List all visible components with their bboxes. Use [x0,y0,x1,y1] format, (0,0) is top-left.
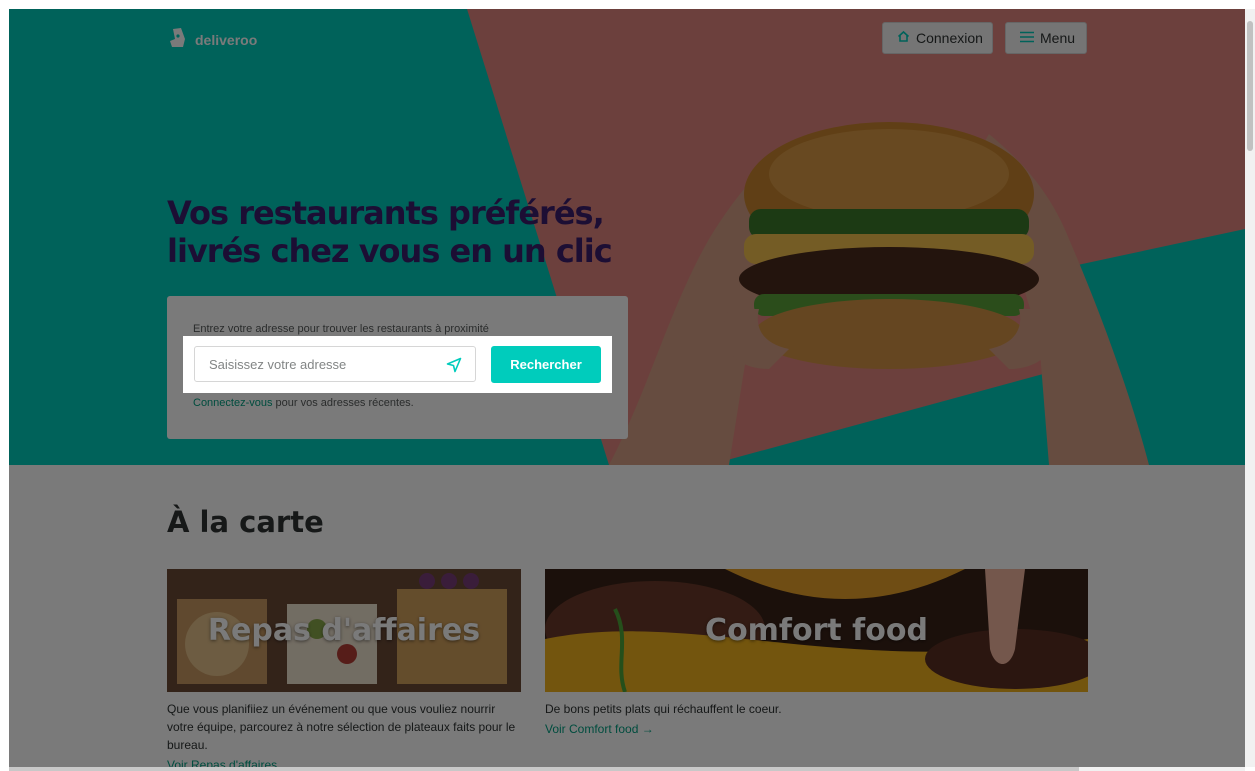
a-la-carte-section: À la carte Repas d'affaires Que vous pla… [9,465,1245,767]
home-icon [897,30,910,46]
login-hint-text: pour vos adresses récentes. [272,397,414,409]
brand-name: deliveroo [195,31,258,48]
page-viewport: deliveroo Connexion Menu Vos restaurants… [9,9,1245,767]
login-button[interactable]: Connexion [882,22,993,54]
location-arrow-icon[interactable] [445,356,463,374]
business-meal-title: Repas d'affaires [207,613,481,648]
hamburger-icon [1020,30,1034,46]
comfort-food-link[interactable]: Voir Comfort food → [545,722,1088,736]
business-meal-image[interactable]: Repas d'affaires [167,569,521,692]
highlighted-search-region: Rechercher [183,336,612,393]
deliveroo-logo[interactable]: deliveroo [167,27,257,52]
login-link[interactable]: Connectez-vous [193,397,273,409]
comfort-food-description: De bons petits plats qui réchauffent le … [545,702,782,716]
hero-section: deliveroo Connexion Menu Vos restaurants… [9,9,1245,465]
horizontal-scrollbar[interactable] [9,767,1245,771]
section-title: À la carte [167,505,324,539]
kangaroo-icon [167,27,189,52]
comfort-food-title: Comfort food [705,613,928,648]
comfort-food-image[interactable]: Comfort food [545,569,1088,692]
address-field[interactable] [194,346,476,382]
menu-label: Menu [1040,30,1076,46]
address-input[interactable] [207,356,441,373]
vertical-scrollbar-thumb[interactable] [1247,21,1253,151]
menu-button[interactable]: Menu [1005,22,1087,54]
category-card-comfort[interactable]: Comfort food De bons petits plats qui ré… [545,569,1088,736]
business-meal-link[interactable]: Voir Repas d'affaires [167,758,521,767]
login-hint: Connectez-vous pour vos adresses récente… [193,397,414,409]
horizontal-scrollbar-thumb[interactable] [9,767,1079,771]
hero-title: Vos restaurants préférés, livrés chez vo… [167,194,613,270]
business-meal-description: Que vous planifiiez un événement ou que … [167,702,516,752]
category-card-business[interactable]: Repas d'affaires Que vous planifiiez un … [167,569,521,767]
vertical-scrollbar[interactable] [1245,9,1255,767]
search-button[interactable]: Rechercher [491,346,601,383]
login-label: Connexion [916,30,983,46]
search-hint: Entrez votre adresse pour trouver les re… [193,323,489,335]
